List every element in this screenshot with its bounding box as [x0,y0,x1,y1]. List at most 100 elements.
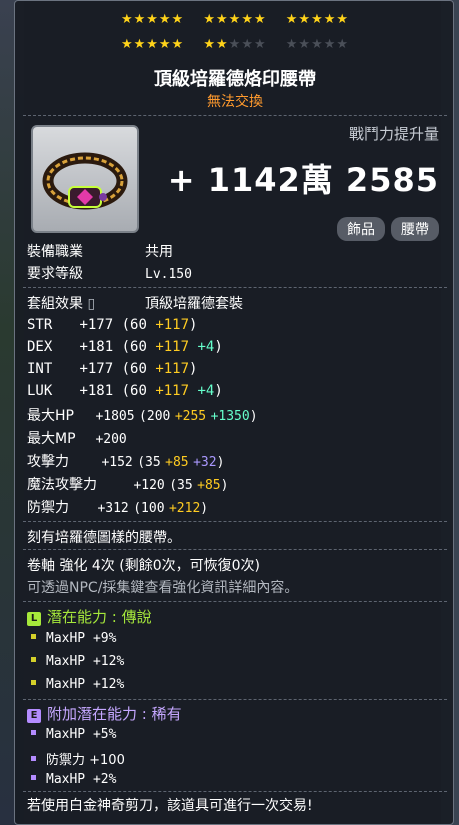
stat-row-str: STR +177 (60 +117) [27,317,197,333]
stat-row-int: INT +177 (60 +117) [27,361,197,377]
stat-bonus: +117 [155,383,190,399]
stat-bonus: +85 [165,455,189,470]
tag-type: 腰帶 [391,217,439,241]
stat-base: (60 [121,383,147,399]
stat-close: ) [249,409,258,424]
star-group: ★★★★★ [120,37,185,52]
power-increase-label: 戰鬥力提升量 [348,125,439,143]
stat-name: 最大MP [27,431,76,447]
legendary-badge-icon: L [27,612,41,626]
stat-total: +312 [97,501,129,516]
job-value: 共用 [145,244,173,260]
bonus-potential-label: 附加潛在能力 : 稀有 [47,705,182,723]
bullet-icon [31,657,36,662]
stat-row-maxmp: 最大MP +200 [27,428,127,448]
potential-header: L 潛在能力 : 傳說 [27,606,152,627]
divider [23,287,447,288]
bonus-potential-line: MaxHP +2% [31,772,116,787]
potential-line: MaxHP +9% [31,631,116,646]
stat-extra: +1350 [210,409,250,424]
divider [23,601,447,602]
bonus-potential-line: MaxHP +5% [31,727,116,742]
trade-status: 無法交換 [207,94,263,110]
stat-base: (60 [121,317,147,333]
stat-bonus: +85 [197,478,221,493]
stat-total: +181 [79,339,114,355]
stat-name: LUK [27,383,53,399]
star-force-row-2: ★★★★★ ★★★★★ ★★★★★ [15,37,453,52]
stat-row-magic-attack: 魔法攻擊力 +120 (35 +85) [27,474,228,494]
stat-bonus: +117 [155,339,190,355]
item-icon-frame [31,125,139,233]
bonus-potential-value: 防禦力 +100 [46,753,125,768]
stat-base: (35 [169,478,193,493]
bonus-potential-header: E 附加潛在能力 : 稀有 [27,703,182,724]
bonus-potential-value: MaxHP +2% [46,772,117,787]
divider [23,521,447,522]
trade-scissors-note: 若使用白金神奇剪刀，該道具可進行一次交易! [27,798,313,814]
stat-total: +200 [95,432,127,447]
stat-close: ) [189,361,198,377]
set-row: 套組效果 ▯ 頂級培羅德套裝 [27,293,243,313]
potential-value: MaxHP +12% [46,677,125,692]
level-value: Lv.150 [145,267,192,282]
stat-total: +152 [101,455,133,470]
set-label: 套組效果 [27,296,83,312]
stat-base: (60 [121,339,147,355]
stat-total: +120 [133,478,165,493]
tag-category: 飾品 [337,217,385,241]
job-row: 裝備職業 共用 [27,241,173,261]
stat-total: +181 [79,383,114,399]
scroll-hint: 可透過NPC/採集鍵查看強化資訊詳細內容。 [27,580,299,596]
stat-row-maxhp: 最大HP +1805 (200 +255 +1350) [27,405,258,425]
stat-close: ) [189,317,198,333]
stat-close: ) [200,501,209,516]
stat-close: ) [214,383,223,399]
potential-line: MaxHP +12% [31,654,124,669]
divider [23,791,447,792]
stat-base: (35 [137,455,161,470]
stat-base: (200 [139,409,171,424]
bullet-icon [31,775,36,780]
stat-base: (60 [121,361,147,377]
star-group: ★★★★★ [120,12,185,27]
item-description: 刻有培羅德圖樣的腰帶。 [27,530,181,546]
stat-extra: +32 [193,455,217,470]
stat-bonus: +117 [155,361,190,377]
stat-name: INT [27,361,53,377]
divider [23,115,447,116]
stat-bonus: +255 [174,409,207,424]
epic-badge-icon: E [27,709,41,723]
star-group: ★★★★★ [285,12,350,27]
bullet-icon [31,634,36,639]
item-tooltip: ★★★★★ ★★★★★ ★★★★★ ★★★★★ ★★★★★ ★★★★★ 頂級培羅… [14,0,454,825]
stat-name: 防禦力 [27,500,69,516]
stat-close: ) [220,478,229,493]
divider [23,699,447,700]
stat-name: 最大HP [27,408,74,424]
set-label-wrap: 套組效果 ▯ [27,293,145,313]
potential-label: 潛在能力 : 傳說 [47,608,152,626]
stat-name: 魔法攻擊力 [27,477,97,493]
stat-row-defense: 防禦力 +312 (100 +212) [27,497,208,517]
stat-row-dex: DEX +181 (60 +117 +4) [27,339,223,355]
level-row: 要求等級 Lv.150 [27,263,192,283]
belt-icon [42,152,128,210]
star-group: ★★★★★ [203,37,267,52]
star-group: ★★★★★ [285,37,350,52]
scroll-upgrade-line: 卷軸 強化 4次 (剩餘0次，可恢復0次) [27,558,260,574]
bonus-potential-line: 防禦力 +100 [31,749,125,768]
stat-name: 攻擊力 [27,454,69,470]
level-label: 要求等級 [27,266,83,282]
stat-row-luk: LUK +181 (60 +117 +4) [27,383,223,399]
bullet-icon [31,756,36,761]
stat-bonus: +117 [155,317,190,333]
bonus-potential-value: MaxHP +5% [46,727,117,742]
stat-total: +177 [79,361,114,377]
item-name: 頂級培羅德烙印腰帶 [154,69,316,90]
job-label: 裝備職業 [27,244,83,260]
potential-value: MaxHP +9% [46,631,117,646]
stat-bonus: +212 [168,501,201,516]
stat-close: ) [216,455,225,470]
bullet-icon [31,730,36,735]
